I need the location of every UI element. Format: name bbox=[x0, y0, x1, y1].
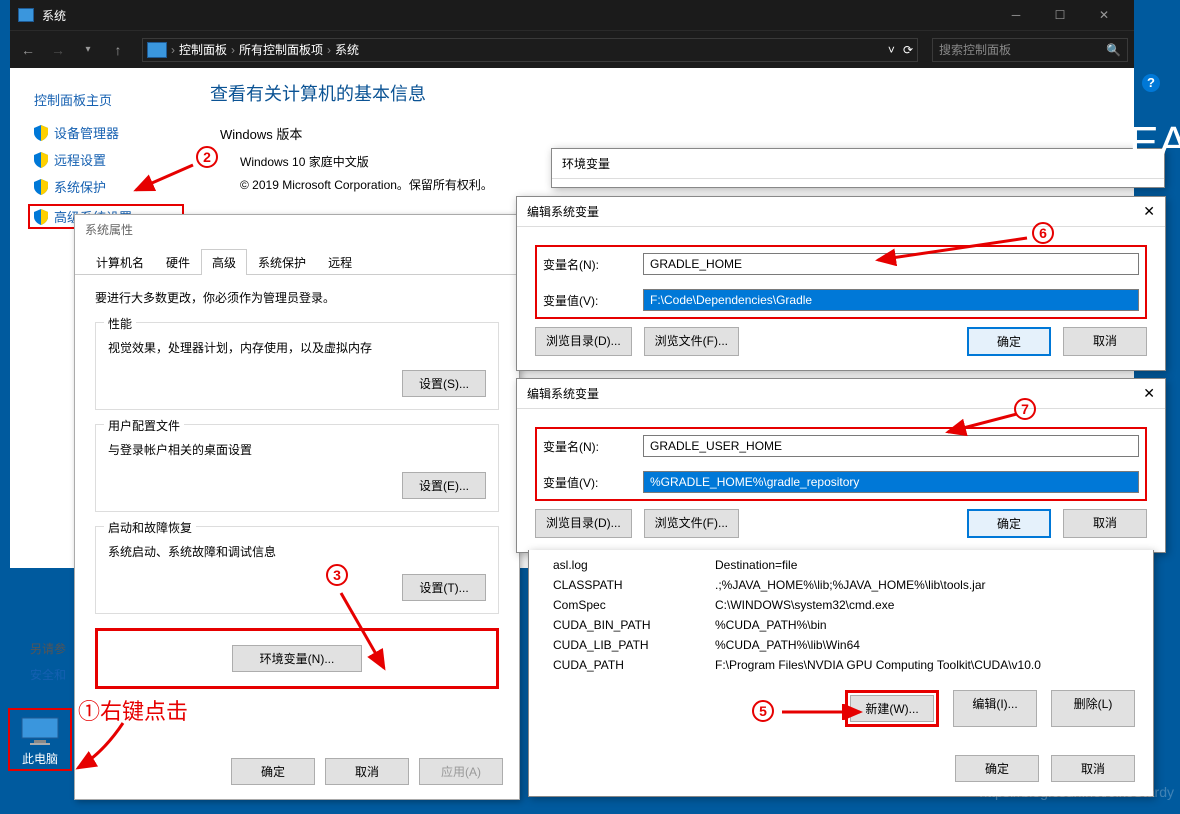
edit-sysvar-dialog-2: 编辑系统变量✕ 变量名(N): 变量值(V): 浏览目录(D)... 浏览文件(… bbox=[516, 378, 1166, 553]
back-button[interactable]: ← bbox=[16, 42, 40, 58]
group-startup: 启动和故障恢复 系统启动、系统故障和调试信息 设置(T)... bbox=[95, 526, 499, 614]
varname-input[interactable] bbox=[643, 253, 1139, 275]
tab-remote[interactable]: 远程 bbox=[317, 249, 363, 275]
shield-icon bbox=[34, 209, 48, 225]
shield-icon bbox=[34, 125, 48, 141]
ok-button[interactable]: 确定 bbox=[231, 758, 315, 785]
varname-label: 变量名(N): bbox=[543, 256, 643, 273]
sysvar-table[interactable]: asl.logDestination=file CLASSPATH.;%JAVA… bbox=[547, 554, 1135, 676]
system-window: 系统 ─ ☐ ✕ ← → ▾ ↑ › 控制面板› 所有控制面板项› 系统 ˅⟳ … bbox=[10, 0, 1134, 72]
system-main: 查看有关计算机的基本信息 Windows 版本 Windows 10 家庭中文版… bbox=[210, 80, 493, 193]
bc-2[interactable]: 系统 bbox=[335, 41, 359, 58]
maximize-button[interactable]: ☐ bbox=[1038, 0, 1082, 30]
see-also-label: 另请参 bbox=[30, 640, 66, 657]
tabs: 计算机名 硬件 高级 系统保护 远程 bbox=[75, 249, 519, 275]
ok-button[interactable]: 确定 bbox=[955, 755, 1039, 782]
sidebar-item-protection[interactable]: 系统保护 bbox=[34, 177, 184, 196]
table-row: CUDA_BIN_PATH%CUDA_PATH%\bin bbox=[549, 616, 1133, 634]
forward-button[interactable]: → bbox=[46, 42, 70, 58]
bc-1[interactable]: 所有控制面板项 bbox=[239, 41, 323, 58]
this-pc-icon[interactable]: 此电脑 bbox=[8, 708, 72, 771]
this-pc-label: 此电脑 bbox=[12, 750, 68, 767]
table-row: ComSpecC:\WINDOWS\system32\cmd.exe bbox=[549, 596, 1133, 614]
help-icon[interactable]: ? bbox=[1142, 74, 1160, 92]
varvalue-input[interactable] bbox=[643, 289, 1139, 311]
page-title: 查看有关计算机的基本信息 bbox=[210, 80, 493, 106]
search-placeholder: 搜索控制面板 bbox=[939, 41, 1011, 58]
watermark: https://blog.csdn.net/JikeStardy bbox=[979, 784, 1174, 800]
sidebar-item-device-manager[interactable]: 设备管理器 bbox=[34, 123, 184, 142]
delete-var-button[interactable]: 删除(L) bbox=[1051, 690, 1135, 727]
close-icon[interactable]: ✕ bbox=[1143, 203, 1155, 220]
nav-header[interactable]: 控制面板主页 bbox=[34, 90, 184, 109]
tab-computername[interactable]: 计算机名 bbox=[85, 249, 155, 275]
bc-refresh[interactable]: ⟳ bbox=[903, 43, 913, 57]
close-button[interactable]: ✕ bbox=[1082, 0, 1126, 30]
settings-perf-button[interactable]: 设置(S)... bbox=[402, 370, 486, 397]
browse-dir-button[interactable]: 浏览目录(D)... bbox=[535, 509, 632, 538]
tab-advanced[interactable]: 高级 bbox=[201, 249, 247, 275]
cancel-button[interactable]: 取消 bbox=[325, 758, 409, 785]
group-userprofile: 用户配置文件 与登录帐户相关的桌面设置 设置(E)... bbox=[95, 424, 499, 512]
system-icon bbox=[18, 8, 34, 22]
cancel-button[interactable]: 取消 bbox=[1063, 327, 1147, 356]
edit-sysvar-dialog-1: 编辑系统变量✕ 变量名(N): 变量值(V): 浏览目录(D)... 浏览文件(… bbox=[516, 196, 1166, 371]
search-input[interactable]: 搜索控制面板 🔍 bbox=[932, 38, 1128, 62]
recent-button[interactable]: ▾ bbox=[76, 44, 100, 55]
shield-icon bbox=[34, 179, 48, 195]
group-performance: 性能 视觉效果，处理器计划，内存使用，以及虚拟内存 设置(S)... bbox=[95, 322, 499, 410]
admin-note: 要进行大多数更改，你必须作为管理员登录。 bbox=[95, 289, 499, 306]
varvalue-input[interactable] bbox=[643, 471, 1139, 493]
apply-button[interactable]: 应用(A) bbox=[419, 758, 503, 785]
table-row: CLASSPATH.;%JAVA_HOME%\lib;%JAVA_HOME%\l… bbox=[549, 576, 1133, 594]
security-link[interactable]: 安全和 bbox=[30, 666, 66, 683]
table-row: CUDA_PATHF:\Program Files\NVDIA GPU Comp… bbox=[549, 656, 1133, 674]
minimize-button[interactable]: ─ bbox=[994, 0, 1038, 30]
ok-button[interactable]: 确定 bbox=[967, 327, 1051, 356]
cancel-button[interactable]: 取消 bbox=[1063, 509, 1147, 538]
titlebar: 系统 ─ ☐ ✕ bbox=[10, 0, 1134, 30]
sysvar-list: asl.logDestination=file CLASSPATH.;%JAVA… bbox=[528, 550, 1154, 797]
monitor-icon bbox=[147, 42, 167, 58]
ok-button[interactable]: 确定 bbox=[967, 509, 1051, 538]
window-title: 系统 bbox=[42, 7, 66, 24]
bc-0[interactable]: 控制面板 bbox=[179, 41, 227, 58]
left-nav: 控制面板主页 设备管理器 远程设置 系统保护 高级系统设置 bbox=[10, 72, 200, 237]
toolbar: ← → ▾ ↑ › 控制面板› 所有控制面板项› 系统 ˅⟳ 搜索控制面板 🔍 bbox=[10, 30, 1134, 68]
new-var-button[interactable]: 新建(W)... bbox=[850, 695, 934, 722]
settings-profile-button[interactable]: 设置(E)... bbox=[402, 472, 486, 499]
bc-dropdown[interactable]: ˅ bbox=[888, 43, 895, 57]
up-button[interactable]: ↑ bbox=[106, 42, 130, 58]
browse-file-button[interactable]: 浏览文件(F)... bbox=[644, 509, 739, 538]
varname-input[interactable] bbox=[643, 435, 1139, 457]
tab-hardware[interactable]: 硬件 bbox=[155, 249, 201, 275]
windows-version: Windows 10 家庭中文版 bbox=[240, 153, 493, 170]
ea-text: EA bbox=[1129, 118, 1180, 168]
environment-variables-button[interactable]: 环境变量(N)... bbox=[232, 645, 362, 672]
cancel-button[interactable]: 取消 bbox=[1051, 755, 1135, 782]
env-dialog-title: 环境变量 bbox=[562, 155, 610, 172]
shield-icon bbox=[34, 152, 48, 168]
browse-dir-button[interactable]: 浏览目录(D)... bbox=[535, 327, 632, 356]
annotation-1: ①右键点击 bbox=[78, 694, 188, 726]
table-row: asl.logDestination=file bbox=[549, 556, 1133, 574]
windows-edition-label: Windows 版本 bbox=[220, 124, 493, 143]
close-icon[interactable]: ✕ bbox=[1143, 385, 1155, 402]
breadcrumb[interactable]: › 控制面板› 所有控制面板项› 系统 ˅⟳ bbox=[142, 38, 918, 62]
edit-var-button[interactable]: 编辑(I)... bbox=[953, 690, 1037, 727]
search-icon: 🔍 bbox=[1106, 43, 1121, 57]
settings-startup-button[interactable]: 设置(T)... bbox=[402, 574, 486, 601]
dialog-title: 系统属性 bbox=[75, 215, 519, 243]
table-row: CUDA_LIB_PATH%CUDA_PATH%\lib\Win64 bbox=[549, 636, 1133, 654]
copyright: © 2019 Microsoft Corporation。保留所有权利。 bbox=[240, 176, 493, 193]
env-button-highlight: 环境变量(N)... bbox=[95, 628, 499, 689]
varvalue-label: 变量值(V): bbox=[543, 292, 643, 309]
env-variables-dialog: 环境变量 bbox=[551, 148, 1165, 188]
browse-file-button[interactable]: 浏览文件(F)... bbox=[644, 327, 739, 356]
computer-icon bbox=[20, 716, 60, 746]
sidebar-item-remote[interactable]: 远程设置 bbox=[34, 150, 184, 169]
tab-protection[interactable]: 系统保护 bbox=[247, 249, 317, 275]
